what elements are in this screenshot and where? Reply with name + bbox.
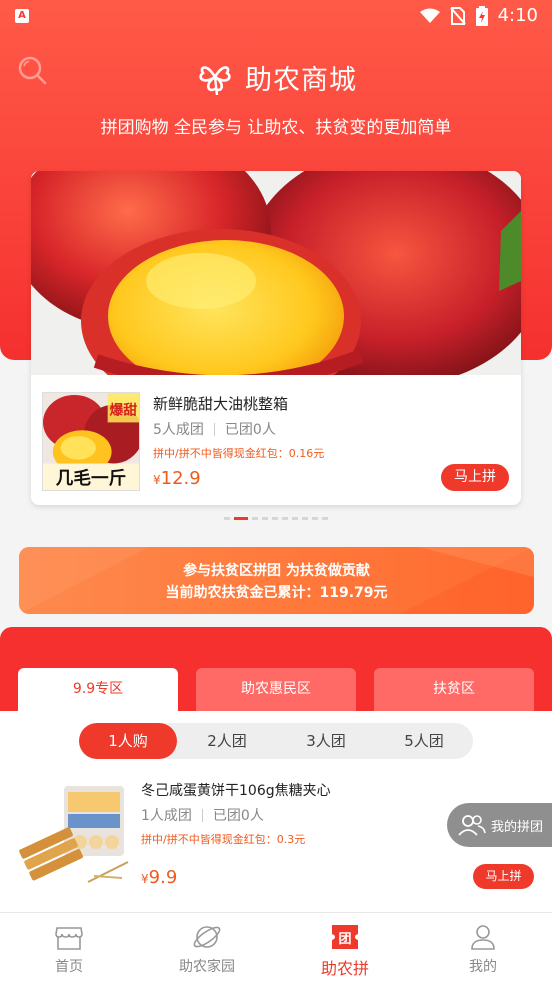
users-icon [458, 815, 486, 836]
carousel-indicator [0, 517, 552, 520]
currency-symbol: ¥ [141, 872, 149, 886]
store-icon [55, 927, 83, 950]
carousel-dot[interactable] [292, 517, 298, 520]
subtab-3-person[interactable]: 3人团 [277, 723, 375, 759]
group-size-selector: 1人购 2人团 3人团 5人团 [79, 723, 473, 759]
page: A 4:10 助农商城 拼团购物 全民参与 让助农、扶贫变的更加简单 爆甜 几毛… [0, 0, 552, 983]
tab-farm-aid-zone[interactable]: 助农惠民区 [196, 668, 356, 711]
group-ticket-icon: 团 [332, 925, 358, 949]
list-item-group-info: 1人成团 已团0人 [141, 805, 264, 825]
group-buy-section: 9.9专区 助农惠民区 扶贫区 1人购 2人团 3人团 5人团 冬己咸蛋黄饼干1… [0, 627, 552, 917]
carousel-dot[interactable] [272, 517, 278, 520]
carousel-dot[interactable] [262, 517, 268, 520]
status-icons: 4:10 [419, 5, 538, 26]
product-price: ¥12.9 [153, 468, 201, 489]
nav-profile[interactable]: 我的 [414, 913, 552, 983]
divider [201, 808, 203, 822]
list-item-price: ¥9.9 [141, 867, 177, 888]
promo-line-1: 参与扶贫区拼团 为扶贫做贡献 [183, 563, 370, 579]
bottom-navigation: 首页 助农家园 团 助农拼 我的 [0, 912, 552, 983]
subtab-5-person[interactable]: 5人团 [375, 723, 473, 759]
carousel-dot[interactable] [224, 517, 230, 520]
nav-group-buy-label: 助农拼 [320, 959, 369, 978]
nav-home[interactable]: 首页 [0, 913, 138, 983]
product-group-info: 5人成团 已团0人 [153, 419, 276, 439]
group-size-label: 5人成团 [153, 422, 204, 438]
carousel-dot[interactable] [312, 517, 318, 520]
nav-profile-label: 我的 [469, 959, 497, 975]
carousel-dot[interactable] [234, 517, 248, 520]
price-value: 12.9 [160, 468, 201, 489]
clock: 4:10 [497, 5, 538, 26]
thumbnail-badge-text: 爆甜 [110, 402, 138, 419]
biscuit-product-image[interactable] [18, 782, 130, 890]
group-size-label: 1人成团 [141, 808, 192, 824]
tab-poverty-zone[interactable]: 扶贫区 [374, 668, 534, 711]
wifi-icon [419, 8, 440, 23]
carousel-dot[interactable] [322, 517, 328, 520]
carousel-dot[interactable] [252, 517, 258, 520]
nav-farm-home[interactable]: 助农家园 [138, 913, 276, 983]
page-subtitle: 拼团购物 全民参与 让助农、扶贫变的更加简单 [100, 118, 452, 138]
carousel-dot[interactable] [302, 517, 308, 520]
product-thumbnail-image[interactable]: 爆甜 几毛一斤 [42, 392, 140, 491]
subtab-2-person[interactable]: 2人团 [178, 723, 276, 759]
page-title: 助农商城 [245, 65, 357, 96]
tab-9-9-zone[interactable]: 9.9专区 [18, 668, 178, 711]
joined-count-label: 已团0人 [224, 422, 276, 438]
my-groups-label: 我的拼团 [491, 819, 544, 835]
poverty-relief-banner[interactable]: 参与扶贫区拼团 为扶贫做贡献 当前助农扶贫金已累计：119.79元 [19, 547, 534, 614]
divider [213, 422, 215, 436]
carousel-dot[interactable] [282, 517, 288, 520]
joined-count-label: 已团0人 [212, 808, 264, 824]
subtab-1-person[interactable]: 1人购 [79, 723, 177, 759]
thumbnail-caption-text: 几毛一斤 [56, 467, 127, 489]
join-group-button[interactable]: 马上拼 [473, 864, 534, 889]
planet-icon [193, 926, 221, 948]
banner-decoration [19, 547, 534, 614]
bonus-text: 拼中/拼不中皆得现金红包：0.16元 [153, 447, 325, 460]
product-title: 新鲜脆甜大油桃整箱 [153, 395, 289, 413]
currency-symbol: ¥ [153, 473, 161, 487]
nav-farm-home-label: 助农家园 [179, 959, 235, 975]
nav-group-buy[interactable]: 团 助农拼 [276, 913, 414, 983]
featured-product-card[interactable]: 爆甜 几毛一斤 新鲜脆甜大油桃整箱 5人成团 已团0人 拼中/拼不中皆得现金红包… [31, 171, 521, 505]
nav-home-label: 首页 [55, 959, 83, 975]
no-sim-icon [449, 6, 466, 25]
user-icon [471, 925, 495, 950]
list-item-bonus: 拼中/拼不中皆得现金红包：0.3元 [141, 833, 306, 846]
promo-line-2: 当前助农扶贫金已累计：119.79元 [165, 585, 388, 601]
battery-charging-icon [475, 5, 488, 26]
svg-text:团: 团 [338, 932, 351, 947]
status-bar: A 4:10 [0, 0, 552, 32]
app-notification-icon: A [15, 9, 29, 23]
app-title-row: 助农商城 [0, 58, 552, 97]
my-groups-floating-button[interactable]: 我的拼团 [447, 803, 552, 847]
clover-logo-icon [199, 65, 231, 95]
join-group-button[interactable]: 马上拼 [441, 464, 509, 491]
product-banner-image[interactable] [31, 171, 521, 375]
price-value: 9.9 [148, 867, 178, 888]
list-item-title: 冬己咸蛋黄饼干106g焦糖夹心 [141, 783, 331, 799]
